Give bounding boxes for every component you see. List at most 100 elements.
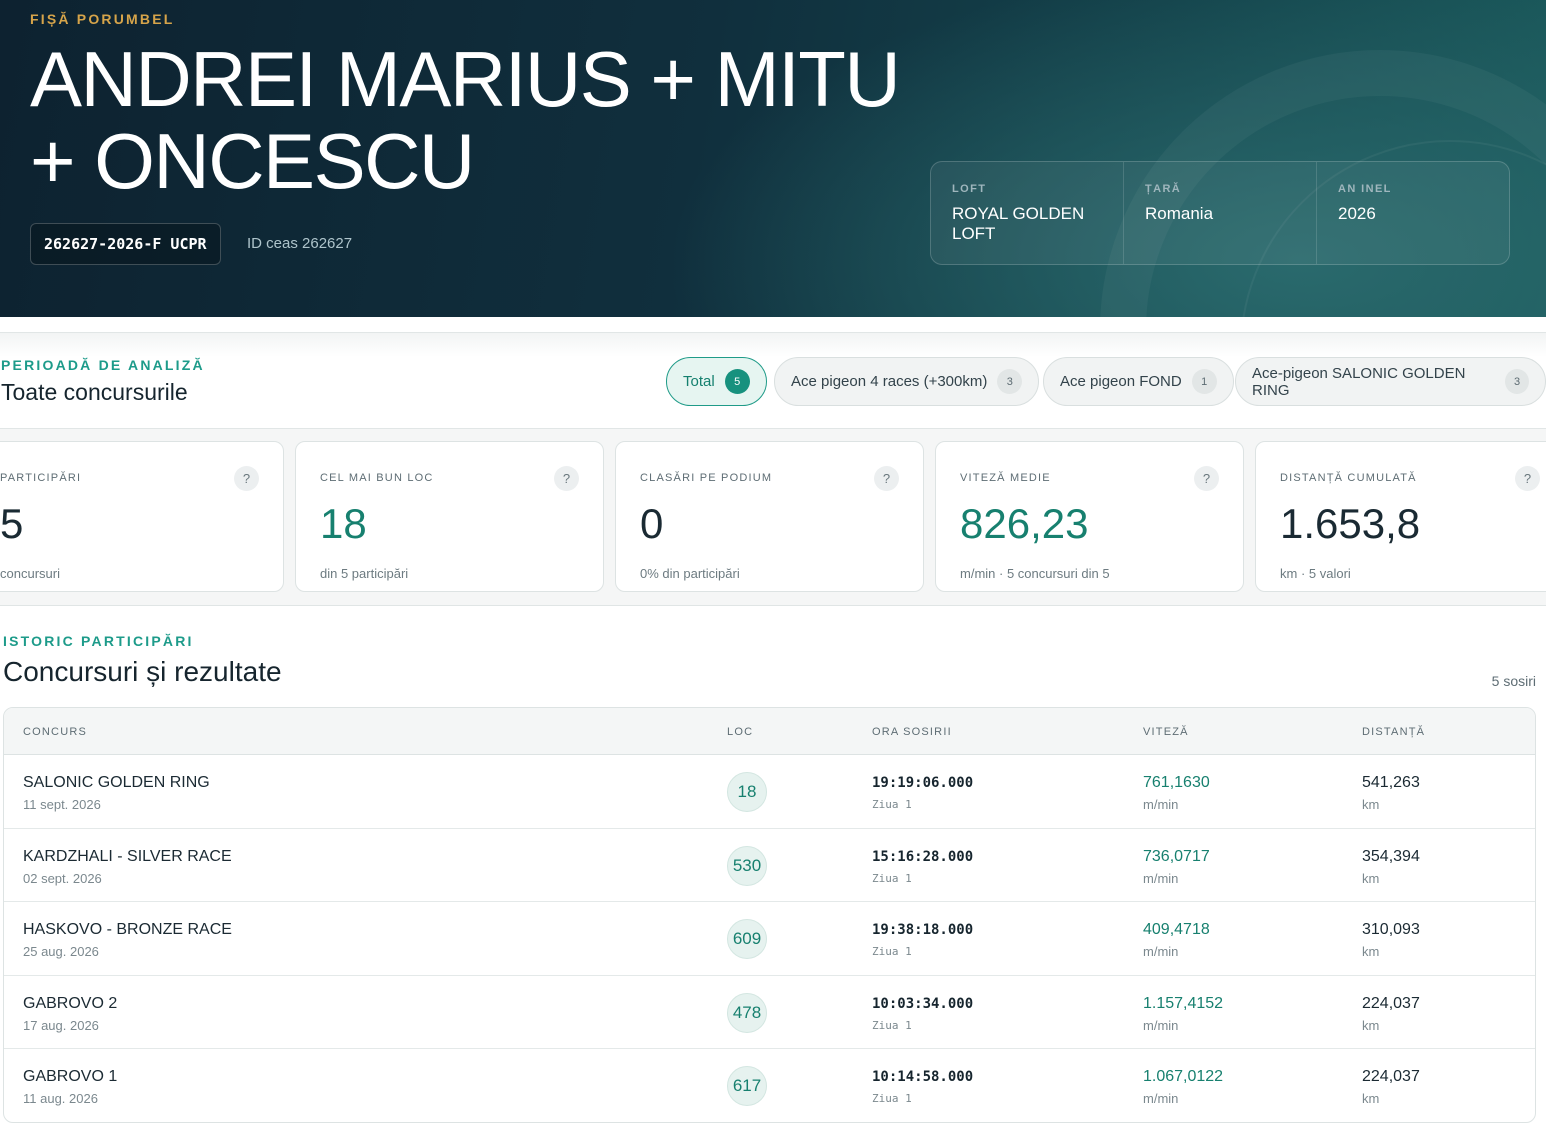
chip-count: 3 (1505, 369, 1529, 394)
arrival-day: Ziua 1 (872, 1018, 912, 1032)
table-row[interactable]: GABROVO 2 17 aug. 2026 478 10:03:34.000 … (4, 976, 1535, 1050)
speed-value: 1.067,0122 (1143, 1068, 1224, 1086)
stat-label: CLASĂRI PE PODIUM (640, 472, 773, 484)
chip-label: Ace-pigeon SALONIC GOLDEN RING (1252, 364, 1466, 399)
pigeon-header: FIȘĂ PORUMBEL ANDREI MARIUS + MITU + ONC… (0, 0, 1546, 317)
filter-chip-total[interactable]: Total 5 (666, 357, 767, 406)
place-badge: 617 (727, 1066, 767, 1107)
arrival-time: 10:14:58.000 (872, 1069, 974, 1086)
place-badge: 609 (727, 919, 767, 960)
stat-subtext: din 5 participări (320, 566, 409, 581)
table-row[interactable]: SALONIC GOLDEN RING 11 sept. 2026 18 19:… (4, 755, 1535, 829)
race-name: HASKOVO - BRONZE RACE (23, 921, 232, 939)
speed-unit: m/min (1143, 1017, 1179, 1033)
analysis-period-bar: PERIOADĂ DE ANALIZĂ Toate concursurile T… (0, 332, 1546, 429)
distance-value: 310,093 (1362, 921, 1420, 939)
distance-value: 541,263 (1362, 774, 1420, 791)
race-name: GABROVO 2 (23, 994, 118, 1012)
help-icon[interactable]: ? (554, 466, 579, 491)
stat-value: 0 (640, 500, 664, 547)
distance-value: 224,037 (1362, 1068, 1420, 1086)
stat-label: VITEZĂ MEDIE (960, 472, 1051, 484)
chip-label: Total (683, 373, 715, 390)
speed-value: 761,1630 (1143, 774, 1210, 791)
clock-id: ID ceas 262627 (247, 235, 353, 252)
distance-unit: km (1362, 944, 1380, 960)
help-icon[interactable]: ? (1194, 466, 1219, 491)
race-date: 17 aug. 2026 (23, 1017, 99, 1033)
race-date: 02 sept. 2026 (23, 870, 102, 886)
arrival-time: 19:19:06.000 (872, 775, 974, 791)
stat-label: DISTANȚĂ CUMULATĂ (1280, 472, 1417, 484)
stat-label: PARTICIPĂRI (0, 472, 82, 484)
table-row[interactable]: KARDZHALI - SILVER RACE 02 sept. 2026 53… (4, 829, 1535, 903)
chip-count: 1 (1191, 369, 1217, 394)
info-label: ȚARĂ (1145, 183, 1182, 195)
arrival-day: Ziua 1 (872, 871, 912, 885)
distance-unit: km (1362, 797, 1380, 812)
distance-unit: km (1362, 1017, 1380, 1033)
arrival-time: 10:03:34.000 (872, 995, 974, 1012)
race-date: 25 aug. 2026 (23, 944, 99, 960)
race-date: 11 sept. 2026 (23, 797, 101, 812)
column-header-arrival-time[interactable]: ORA SOSIRII (872, 726, 952, 738)
column-header-race[interactable]: CONCURS (23, 726, 87, 738)
info-label: LOFT (952, 183, 987, 195)
chip-count: 3 (997, 369, 1023, 394)
arrival-time: 15:16:28.000 (872, 848, 974, 865)
speed-value: 409,4718 (1143, 921, 1210, 939)
stat-subtext: km · 5 valori (1280, 566, 1351, 581)
stat-subtext: concursuri (0, 566, 60, 581)
column-header-distance[interactable]: DISTANȚĂ (1362, 726, 1425, 738)
arrival-day: Ziua 1 (872, 1092, 912, 1106)
race-name: GABROVO 1 (23, 1068, 118, 1086)
pigeon-info-panel: LOFT ROYAL GOLDEN LOFT ȚARĂ Romania AN I… (930, 161, 1510, 265)
info-value: Romania (1145, 204, 1214, 223)
speed-unit: m/min (1143, 1091, 1179, 1107)
ring-number-badge: 262627-2026-F UCPR (30, 223, 221, 265)
race-name: KARDZHALI - SILVER RACE (23, 847, 232, 865)
period-eyebrow: PERIOADĂ DE ANALIZĂ (1, 357, 205, 373)
table-header: CONCURS LOC ORA SOSIRII VITEZĂ DISTANȚĂ (4, 708, 1535, 755)
speed-unit: m/min (1143, 870, 1179, 886)
race-date: 11 aug. 2026 (23, 1091, 98, 1107)
column-header-speed[interactable]: VITEZĂ (1143, 726, 1189, 738)
filter-chip-ace-salonic[interactable]: Ace-pigeon SALONIC GOLDEN RING 3 (1235, 357, 1546, 406)
info-loft: LOFT ROYAL GOLDEN LOFT (931, 162, 1124, 264)
race-name: SALONIC GOLDEN RING (23, 774, 210, 791)
info-ring-year: AN INEL 2026 (1317, 162, 1509, 264)
table-row[interactable]: GABROVO 1 11 aug. 2026 617 10:14:58.000 … (4, 1049, 1535, 1122)
chip-label: Ace pigeon FOND (1060, 373, 1182, 390)
stat-label: CEL MAI BUN LOC (320, 472, 434, 484)
info-label: AN INEL (1338, 183, 1392, 195)
filter-chip-ace-4-races[interactable]: Ace pigeon 4 races (+300km) 3 (774, 357, 1040, 406)
stat-card-podium: CLASĂRI PE PODIUM ? 0 0% din participări (615, 441, 924, 592)
chip-count: 5 (724, 369, 750, 394)
stat-value: 1.653,8 (1280, 500, 1421, 547)
place-badge: 478 (727, 992, 767, 1033)
help-icon[interactable]: ? (234, 466, 259, 491)
speed-value: 736,0717 (1143, 847, 1210, 865)
period-title: Toate concursurile (1, 379, 188, 405)
speed-value: 1.157,4152 (1143, 994, 1224, 1012)
stats-band: PARTICIPĂRI ? 5 concursuri CEL MAI BUN L… (0, 429, 1546, 606)
speed-unit: m/min (1143, 944, 1179, 960)
history-eyebrow: ISTORIC PARTICIPĂRI (3, 633, 194, 649)
stat-value: 826,23 (960, 500, 1089, 547)
filter-chip-ace-fond[interactable]: Ace pigeon FOND 1 (1043, 357, 1234, 406)
info-country: ȚARĂ Romania (1124, 162, 1317, 264)
column-header-place[interactable]: LOC (727, 726, 753, 738)
arrival-day: Ziua 1 (872, 798, 912, 811)
place-badge: 18 (727, 772, 767, 812)
table-row[interactable]: HASKOVO - BRONZE RACE 25 aug. 2026 609 1… (4, 902, 1535, 976)
help-icon[interactable]: ? (874, 466, 899, 491)
distance-value: 224,037 (1362, 994, 1420, 1012)
info-value: 2026 (1338, 204, 1376, 223)
stat-subtext: m/min · 5 concursuri din 5 (960, 566, 1110, 581)
arrivals-count: 5 sosiri (1491, 673, 1536, 689)
results-table: CONCURS LOC ORA SOSIRII VITEZĂ DISTANȚĂ … (3, 707, 1536, 1123)
history-title: Concursuri și rezultate (3, 656, 282, 687)
stat-value: 18 (320, 500, 367, 547)
help-icon[interactable]: ? (1515, 466, 1540, 491)
place-badge: 530 (727, 845, 767, 886)
